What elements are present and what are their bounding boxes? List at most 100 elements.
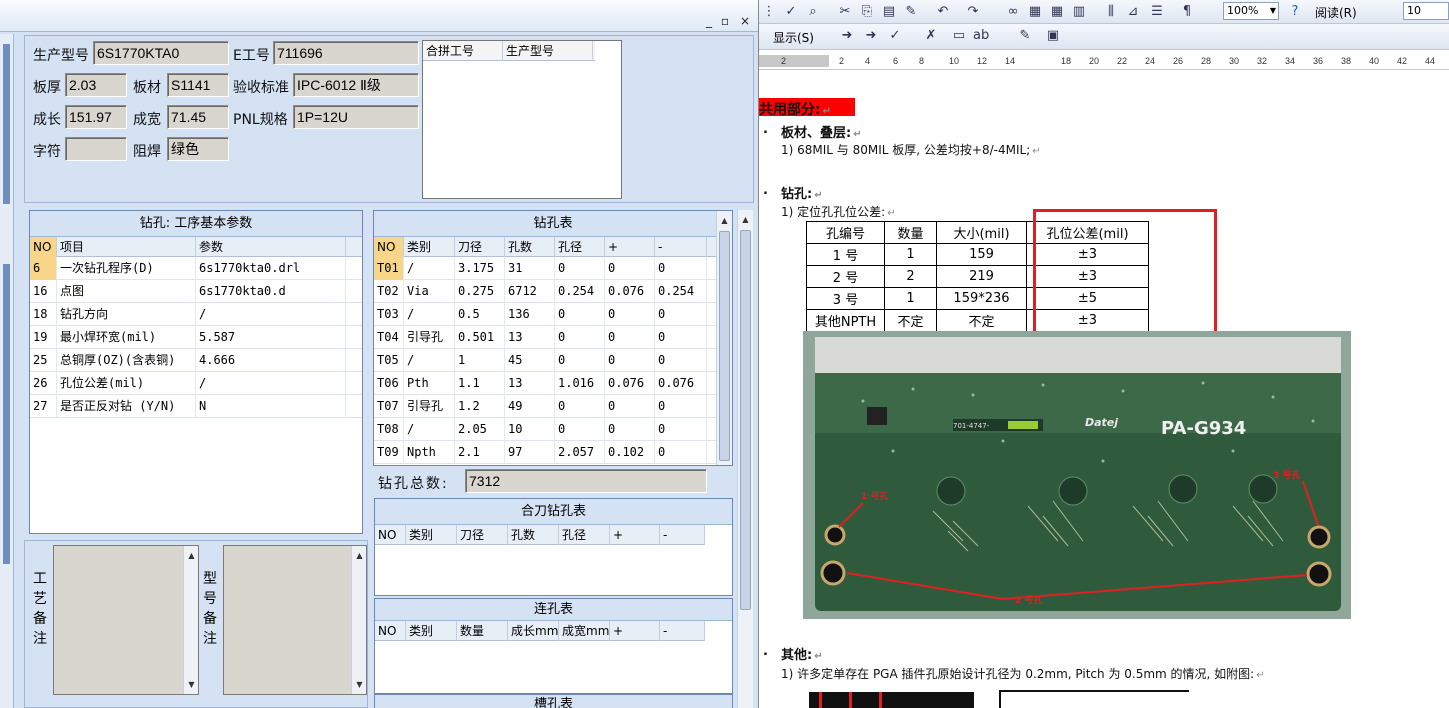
paste-icon[interactable]: ▤ — [881, 4, 897, 20]
drill-cell: 45 — [505, 349, 555, 372]
params-row[interactable]: 6 一次钻孔程序(D) 6s1770kta0.drl — [30, 257, 362, 280]
undo-icon[interactable]: ↶ — [935, 4, 951, 20]
font-size-select[interactable]: 10 — [1403, 2, 1449, 20]
slot-grid[interactable]: 连孔表 NO 类别 数量 成长mm 成宽mm + - — [374, 598, 733, 694]
scroll-up-arrow[interactable]: ▲ — [717, 213, 732, 228]
drill-cell: T01 — [374, 257, 404, 280]
next-icon[interactable]: ➜ — [839, 28, 855, 44]
scroll-up-arrow[interactable]: ▲ — [738, 212, 753, 227]
params-cell: 最小焊环宽(mil) — [57, 326, 196, 349]
combined-grid[interactable]: 合刀钻孔表 NO 类别 刀径 孔数 孔径 + - — [374, 498, 733, 596]
params-row[interactable]: 18 钻孔方向 / — [30, 303, 362, 326]
document-page[interactable]: 共用部分: ↵ . 板材、叠层: ↵ 1) 68MIL 与 80MIL 板厚, 公差… — [759, 70, 1449, 708]
hyperlink-icon[interactable]: ∞ — [1005, 4, 1021, 20]
params-row[interactable]: 19 最小焊环宽(mil) 5.587 — [30, 326, 362, 349]
main-scrollbar[interactable]: ▲ — [737, 210, 753, 708]
drill-cell: T09 — [374, 441, 404, 464]
columns-icon[interactable]: ⫼ — [1103, 4, 1119, 20]
params-row[interactable]: 25 总铜厚(OZ)(含表铜) 4.666 — [30, 349, 362, 372]
drill-grid-scrollbar[interactable]: ▲ — [716, 211, 732, 465]
display-menu[interactable]: 显示(S) — [773, 29, 814, 46]
scroll-down-arrow[interactable]: ▼ — [184, 677, 199, 692]
process-note-label: 工艺备注 — [33, 571, 47, 647]
left-side-strip — [0, 34, 14, 708]
read-button[interactable]: 阅读(R) — [1315, 4, 1357, 21]
scroll-thumb[interactable] — [719, 231, 730, 461]
restore-button[interactable]: ▫ — [718, 14, 732, 28]
highlight-icon[interactable]: ab — [973, 28, 989, 44]
comment-icon[interactable]: ▭ — [951, 28, 967, 44]
memo-scrollbar[interactable]: ▲ ▼ — [351, 546, 366, 694]
model-note-memo[interactable]: ▲ ▼ — [223, 545, 367, 695]
reviewing-pane-icon[interactable]: ▣ — [1045, 28, 1061, 44]
params-row[interactable]: 16 点图 6s1770kta0.d — [30, 280, 362, 303]
combined-header-tool: 刀径 — [457, 525, 508, 545]
drill-grid[interactable]: 钻孔表 NO 类别 刀径 孔数 孔径 + - T01/3.175 31 0 0 0 T02… — [373, 210, 733, 466]
process-note-memo[interactable]: ▲ ▼ — [53, 545, 199, 695]
scroll-down-arrow[interactable]: ▼ — [352, 677, 367, 692]
drill-row[interactable]: T04 引导孔 0.501 13 0 0 0 — [374, 326, 716, 349]
close-button[interactable]: × — [738, 14, 752, 28]
groove-grid[interactable]: 槽孔表 — [374, 694, 733, 708]
params-cell: 总铜厚(OZ)(含表铜) — [57, 349, 196, 372]
eno-field[interactable]: 711696 — [273, 41, 419, 65]
slot-header-no: NO — [375, 621, 406, 641]
spellcheck-icon[interactable]: ✓ — [783, 4, 799, 20]
tolerance-header-cell: 大小(mil) — [936, 221, 1027, 244]
reject-change-icon[interactable]: ✗ — [923, 28, 939, 44]
drill-row[interactable]: T08/2.05 10 0 0 0 — [374, 418, 716, 441]
drill-cell: / — [404, 418, 455, 441]
excel-icon[interactable]: ▥ — [1071, 4, 1087, 20]
drill-row[interactable]: T09 Npth 2.1 97 2.057 0.102 0 — [374, 441, 716, 464]
memo-scrollbar[interactable]: ▲ ▼ — [183, 546, 198, 694]
drill-cell: T02 — [374, 280, 404, 303]
format-painter-icon[interactable]: ✎ — [903, 4, 919, 20]
zoom-select[interactable]: 100% ▼ — [1223, 2, 1279, 20]
length-field[interactable]: 151.97 — [65, 105, 127, 129]
params-grid[interactable]: 钻孔: 工序基本参数 NO 项目 参数 6 一次钻孔程序(D) 6s1770kta0… — [29, 210, 363, 534]
ruler-number: 4 — [865, 56, 871, 66]
params-row[interactable]: 26 孔位公差(mil) / — [30, 372, 362, 395]
standard-field[interactable]: IPC-6012 Ⅱ级 — [293, 73, 419, 97]
params-cell: 一次钻孔程序(D) — [57, 257, 196, 280]
insert-table-icon[interactable]: ▦ — [1049, 4, 1065, 20]
strip-scroll-bar[interactable] — [3, 264, 10, 564]
docmap-icon[interactable]: ☰ — [1149, 4, 1165, 20]
drill-row[interactable]: T01/3.175 31 0 0 0 — [374, 257, 716, 280]
drill-total-field[interactable]: 7312 — [465, 469, 707, 493]
scroll-thumb[interactable] — [740, 230, 751, 610]
scroll-up-arrow[interactable]: ▲ — [352, 548, 367, 563]
char-field[interactable] — [65, 137, 127, 161]
drill-row[interactable]: T07 引导孔 1.2 49 0 0 0 — [374, 395, 716, 418]
copy-icon[interactable]: ⎘ — [859, 4, 875, 20]
width-field[interactable]: 71.45 — [167, 105, 229, 129]
thickness-field[interactable]: 2.03 — [65, 73, 127, 97]
drill-cell: Npth — [404, 441, 455, 464]
help-icon[interactable]: ? — [1287, 4, 1303, 20]
ruler-number: 12 — [977, 56, 988, 66]
strip-scroll-bar[interactable] — [3, 44, 10, 204]
mask-field[interactable]: 绿色 — [167, 137, 229, 161]
drill-row[interactable]: T03/0.5 136 0 0 0 — [374, 303, 716, 326]
drill-row[interactable]: T02 Via 0.275 6712 0.254 0.076 0.254 — [374, 280, 716, 303]
cut-icon[interactable]: ✂ — [837, 4, 853, 20]
minimize-button[interactable]: _ — [702, 14, 716, 28]
show-hide-icon[interactable]: ¶ — [1179, 4, 1195, 20]
research-icon[interactable]: ⌕ — [805, 4, 821, 20]
drill-row[interactable]: T05/1 45 0 0 0 — [374, 349, 716, 372]
track-changes-icon[interactable]: ✎ — [1017, 28, 1033, 44]
merge-grid[interactable]: 合拼工号 生产型号 — [422, 40, 622, 199]
redo-icon[interactable]: ↷ — [965, 4, 981, 20]
accept-icon[interactable]: ➜ — [863, 28, 879, 44]
model-field[interactable]: 6S1770KTA0 — [93, 41, 229, 65]
toolbar-icon[interactable]: ⋮ — [761, 4, 777, 20]
material-field[interactable]: S1141 — [167, 73, 229, 97]
pnl-field[interactable]: 1P=12U — [293, 105, 419, 129]
reject-icon[interactable]: ✓ — [887, 28, 903, 44]
drawing-icon[interactable]: ⊿ — [1125, 4, 1141, 20]
pcb-part-number: 701-4747- — [953, 422, 990, 430]
drill-row[interactable]: T06 Pth 1.1 13 1.016 0.076 0.076 — [374, 372, 716, 395]
params-row[interactable]: 27 是否正反对钻 (Y/N) N — [30, 395, 362, 418]
tables-icon[interactable]: ▦ — [1027, 4, 1043, 20]
scroll-up-arrow[interactable]: ▲ — [184, 548, 199, 563]
